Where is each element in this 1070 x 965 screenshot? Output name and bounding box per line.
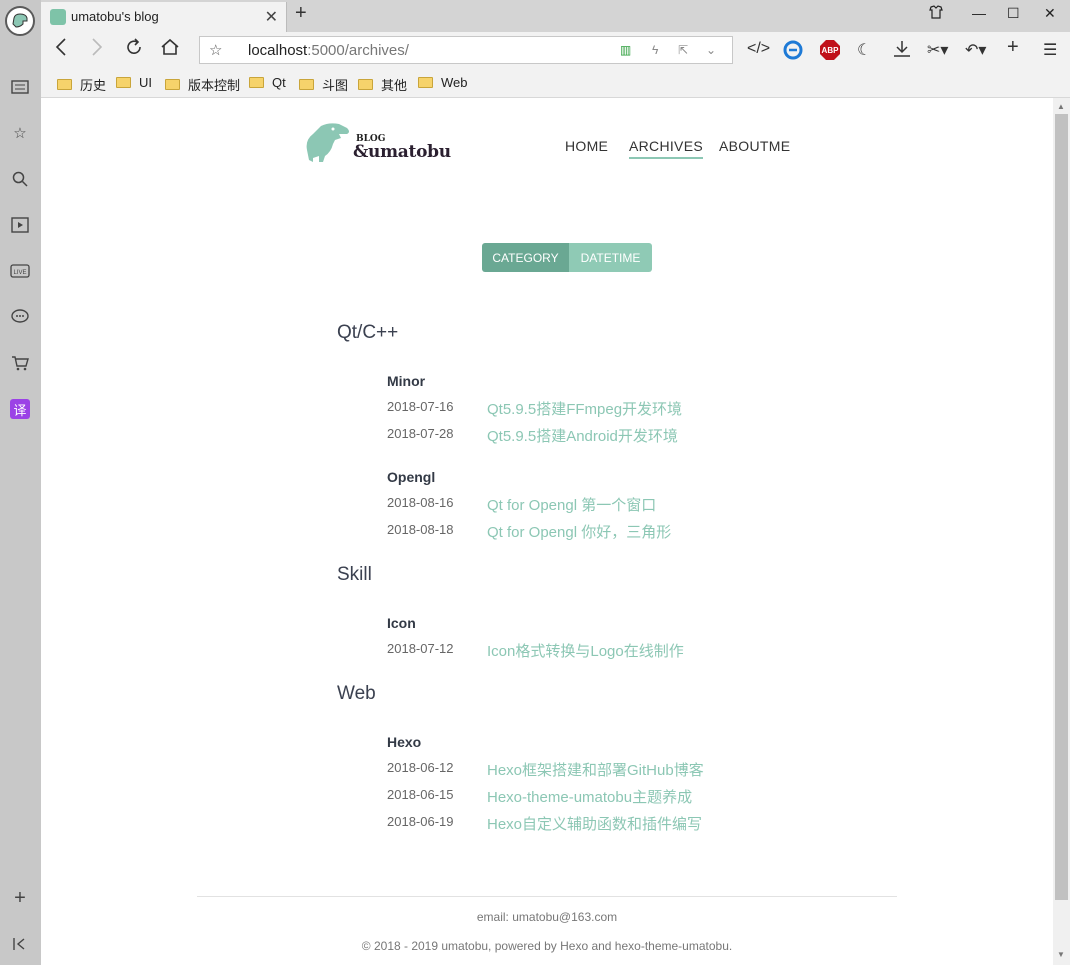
footer-divider (197, 896, 897, 897)
post-link[interactable]: Qt5.9.5搭建Android开发环境 (487, 425, 678, 446)
browser-avatar-icon[interactable] (5, 6, 35, 36)
svg-text:LIVE: LIVE (13, 270, 26, 276)
subcategory-heading[interactable]: Hexo (387, 734, 421, 750)
post-link[interactable]: Qt for Opengl 你好，三角形 (487, 521, 671, 542)
post-link[interactable]: Hexo-theme-umatobu主题养成 (487, 786, 692, 807)
logo-name-text: &umatobu (353, 142, 451, 162)
dinosaur-logo-icon (306, 123, 349, 162)
bookmark-folder[interactable]: 版本控制 (165, 75, 240, 94)
folder-icon (418, 77, 433, 88)
folder-icon (165, 79, 180, 90)
bookmark-folder[interactable]: 斗图 (299, 75, 348, 94)
screenshot-scissors-icon[interactable]: ✂▾ (927, 40, 948, 60)
flash-icon[interactable]: ϟ (652, 43, 658, 57)
site-logo[interactable]: BLOG &umatobu (303, 120, 463, 166)
shirt-skin-icon[interactable] (929, 5, 943, 22)
search-icon[interactable] (9, 168, 31, 190)
post-link[interactable]: Qt for Opengl 第一个窗口 (487, 494, 656, 515)
post-link[interactable]: Hexo框架搭建和部署GitHub博客 (487, 759, 704, 780)
tab-bar: umatobu's blog ✕ + — ☐ ✕ (41, 0, 1070, 32)
subcategory-heading[interactable]: Opengl (387, 469, 435, 485)
nav-aboutme[interactable]: ABOUTME (719, 138, 790, 154)
devtools-icon[interactable]: </> (747, 40, 770, 58)
undo-close-icon[interactable]: ↶▾ (965, 40, 986, 60)
back-icon[interactable] (55, 38, 67, 61)
footer-email: email: umatobu@163.com (476, 910, 618, 924)
folder-icon (57, 79, 72, 90)
category-button[interactable]: CATEGORY (482, 243, 569, 272)
post-date: 2018-06-15 (387, 787, 454, 802)
url-text[interactable]: localhost:5000/archives/ (248, 42, 409, 59)
bookmark-folder[interactable]: Qt (249, 75, 286, 90)
tab-favicon-icon (50, 9, 66, 25)
new-tab-icon[interactable]: + (295, 2, 307, 25)
web-page: BLOG &umatobu HOME ARCHIVES ABOUTME CATE… (41, 98, 1053, 965)
video-icon[interactable] (9, 214, 31, 236)
collapse-sidebar-icon[interactable] (9, 933, 31, 955)
post-date: 2018-07-28 (387, 426, 454, 441)
tab-title: umatobu's blog (71, 9, 159, 24)
minimize-icon[interactable]: — (972, 5, 986, 21)
post-date: 2018-08-16 (387, 495, 454, 510)
reload-icon[interactable] (125, 38, 143, 61)
close-window-icon[interactable]: ✕ (1044, 5, 1056, 22)
live-icon[interactable]: LIVE (9, 260, 31, 282)
post-date: 2018-08-18 (387, 522, 454, 537)
download-icon[interactable] (893, 40, 911, 63)
add-panel-icon[interactable]: + (9, 887, 31, 909)
extension-e-icon[interactable] (783, 40, 803, 65)
bookmark-star-icon[interactable]: ☆ (209, 41, 222, 59)
post-link[interactable]: Qt5.9.5搭建FFmpeg开发环境 (487, 398, 682, 419)
adblock-icon[interactable]: ABP (820, 40, 840, 60)
datetime-button[interactable]: DATETIME (569, 243, 652, 272)
bookmarks-bar: 历史 UI 版本控制 Qt 斗图 其他 Web (41, 68, 1070, 98)
folder-icon (249, 77, 264, 88)
night-mode-icon[interactable]: ☾ (857, 40, 871, 60)
cart-icon[interactable] (9, 352, 31, 374)
scroll-up-icon[interactable]: ▲ (1057, 102, 1065, 111)
favorites-star-icon[interactable]: ☆ (9, 122, 31, 144)
archive-view-toggle: CATEGORY DATETIME (482, 243, 652, 272)
translate-icon[interactable]: 译 (9, 398, 31, 420)
browser-sidebar: ☆ LIVE 译 + (0, 0, 41, 965)
forward-icon[interactable] (91, 38, 103, 61)
post-link[interactable]: Icon格式转换与Logo在线制作 (487, 640, 684, 661)
tab-close-icon[interactable]: ✕ (265, 7, 278, 27)
category-heading[interactable]: Skill (337, 564, 372, 586)
footer-copyright: © 2018 - 2019 umatobu, powered by Hexo a… (361, 939, 733, 953)
browser-toolbar: ☆ localhost:5000/archives/ ▥ ϟ ⇱ ⌄ </> A… (41, 32, 1070, 68)
bookmark-folder[interactable]: 其他 (358, 75, 407, 94)
page-scrollbar[interactable]: ▲ ▼ (1053, 98, 1070, 965)
bookmark-folder[interactable]: UI (116, 75, 152, 90)
post-date: 2018-06-19 (387, 814, 454, 829)
bookmark-folder[interactable]: Web (418, 75, 468, 90)
scroll-down-icon[interactable]: ▼ (1057, 950, 1065, 959)
post-date: 2018-07-12 (387, 641, 454, 656)
nav-home[interactable]: HOME (565, 138, 608, 154)
subcategory-heading[interactable]: Icon (387, 615, 416, 631)
add-icon[interactable]: + (1007, 36, 1019, 59)
chevron-down-icon[interactable]: ⌄ (706, 43, 716, 57)
address-bar[interactable]: ☆ localhost:5000/archives/ ▥ ϟ ⇱ ⌄ (199, 36, 733, 64)
share-icon[interactable]: ⇱ (678, 43, 688, 57)
post-date: 2018-06-12 (387, 760, 454, 775)
menu-icon[interactable]: ☰ (1043, 40, 1057, 60)
tab-active[interactable]: umatobu's blog ✕ (41, 2, 287, 32)
reader-mode-icon[interactable]: ▥ (620, 43, 631, 57)
category-heading[interactable]: Qt/C++ (337, 322, 398, 344)
post-date: 2018-07-16 (387, 399, 454, 414)
category-heading[interactable]: Web (337, 683, 376, 705)
folder-icon (358, 79, 373, 90)
subcategory-heading[interactable]: Minor (387, 373, 425, 389)
nav-archives[interactable]: ARCHIVES (629, 138, 703, 159)
folder-icon (299, 79, 314, 90)
home-icon[interactable] (160, 38, 180, 61)
chat-icon[interactable] (9, 306, 31, 328)
post-link[interactable]: Hexo自定义辅助函数和插件编写 (487, 813, 702, 834)
maximize-icon[interactable]: ☐ (1007, 5, 1020, 22)
reader-icon[interactable] (9, 76, 31, 98)
bookmark-folder[interactable]: 历史 (57, 75, 106, 94)
scrollbar-thumb[interactable] (1055, 114, 1068, 900)
folder-icon (116, 77, 131, 88)
